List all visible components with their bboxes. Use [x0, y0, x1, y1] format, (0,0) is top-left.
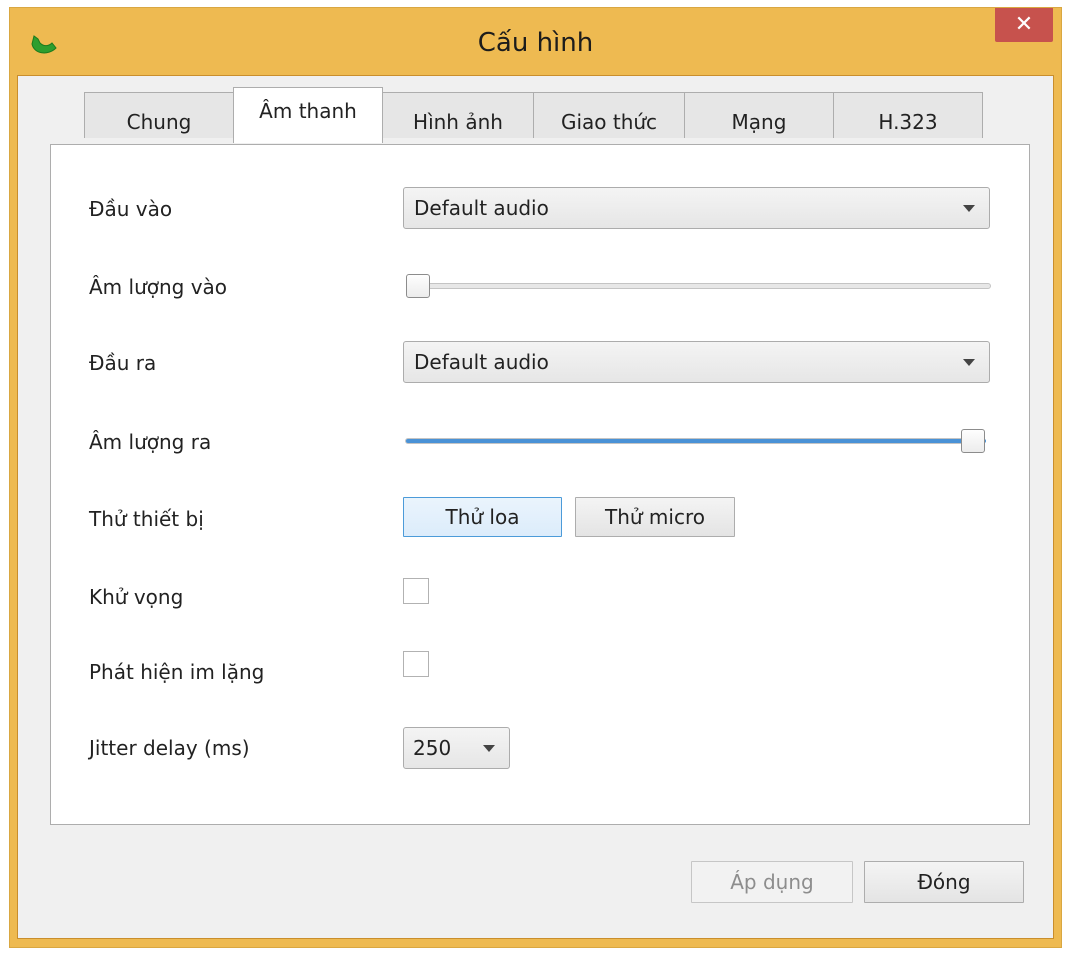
- settings-window: Cấu hình ✕ Chung Âm thanh Hình ảnh Giao …: [9, 7, 1062, 948]
- dialog-client-area: Chung Âm thanh Hình ảnh Giao thức Mạng H…: [17, 75, 1054, 939]
- jitter-delay-value: 250: [413, 736, 452, 760]
- tab-video[interactable]: Hình ảnh: [382, 92, 534, 138]
- silence-detect-label: Phát hiện im lặng: [89, 660, 265, 684]
- input-device-value: Default audio: [414, 196, 549, 220]
- jitter-delay-select[interactable]: 250: [403, 727, 510, 769]
- input-volume-thumb[interactable]: [406, 274, 430, 298]
- output-device-select[interactable]: Default audio: [403, 341, 990, 383]
- close-button[interactable]: Đóng: [864, 861, 1024, 903]
- output-device-value: Default audio: [414, 350, 549, 374]
- input-volume-slider[interactable]: [411, 283, 991, 289]
- silence-detect-checkbox[interactable]: [403, 651, 429, 677]
- window-title: Cấu hình: [477, 28, 594, 58]
- echo-cancel-label: Khử vọng: [89, 585, 184, 609]
- tab-network[interactable]: Mạng: [684, 92, 834, 138]
- title-bar[interactable]: Cấu hình ✕: [10, 8, 1061, 75]
- input-volume-label: Âm lượng vào: [89, 275, 228, 299]
- input-device-select[interactable]: Default audio: [403, 187, 990, 229]
- tab-protocol[interactable]: Giao thức: [533, 92, 685, 138]
- input-device-label: Đầu vào: [89, 197, 173, 221]
- chevron-down-icon: [963, 359, 975, 366]
- test-devices-label: Thử thiết bị: [89, 507, 204, 531]
- echo-cancel-checkbox[interactable]: [403, 578, 429, 604]
- test-speaker-button[interactable]: Thử loa: [403, 497, 562, 537]
- chevron-down-icon: [483, 745, 495, 752]
- output-volume-thumb[interactable]: [961, 429, 985, 453]
- test-mic-button[interactable]: Thử micro: [575, 497, 735, 537]
- output-volume-fill: [406, 439, 986, 443]
- close-icon[interactable]: ✕: [995, 8, 1053, 42]
- tab-h323[interactable]: H.323: [833, 92, 983, 138]
- output-volume-slider[interactable]: [405, 438, 986, 444]
- audio-settings-panel: Đầu vào Default audio Âm lượng vào Đầu r…: [50, 144, 1030, 825]
- apply-button[interactable]: Áp dụng: [691, 861, 853, 903]
- output-volume-label: Âm lượng ra: [89, 430, 212, 454]
- tab-audio[interactable]: Âm thanh: [233, 87, 383, 143]
- tab-general[interactable]: Chung: [84, 92, 234, 138]
- chevron-down-icon: [963, 205, 975, 212]
- jitter-delay-label: Jitter delay (ms): [89, 736, 250, 760]
- output-device-label: Đầu ra: [89, 351, 157, 375]
